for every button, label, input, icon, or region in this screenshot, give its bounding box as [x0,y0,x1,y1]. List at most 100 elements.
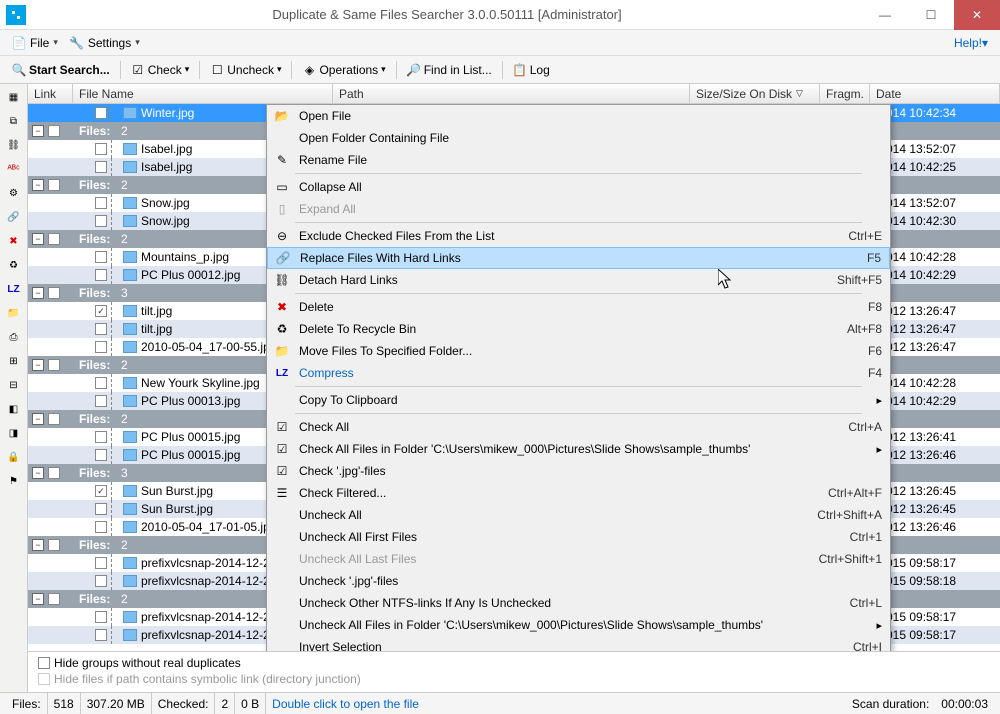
sb-tool-9[interactable]: ⊟ [5,376,23,394]
checkbox[interactable] [95,629,107,641]
column-headers: Link File Name Path Size/Size On Disk ▽ … [28,84,1000,104]
checkbox[interactable] [95,449,107,461]
collapse-icon[interactable]: − [32,125,44,137]
col-link[interactable]: Link [28,84,73,103]
sb-tool-1[interactable]: ▦ [5,88,23,106]
checkbox[interactable] [48,413,60,425]
checkbox[interactable] [95,611,107,623]
collapse-icon[interactable]: − [32,233,44,245]
menu-item[interactable]: ▭Collapse All [267,176,890,198]
collapse-icon[interactable]: − [32,593,44,605]
col-path[interactable]: Path [333,84,690,103]
collapse-icon[interactable]: − [32,287,44,299]
checkbox[interactable] [95,215,107,227]
col-frag[interactable]: Fragm. [820,84,870,103]
help-menu[interactable]: Help!▾ [948,33,994,53]
collapse-icon[interactable]: − [32,413,44,425]
file-list[interactable]: Winter.jpg/2014 10:42:34−Files: 2Isabel.… [28,104,1000,651]
menu-item[interactable]: LZCompressF4 [267,362,890,384]
menu-item[interactable]: Open Folder Containing File [267,127,890,149]
menu-item[interactable]: ✎Rename File [267,149,890,171]
menu-item[interactable]: ☑Check AllCtrl+A [267,416,890,438]
collapse-icon[interactable]: − [32,359,44,371]
collapse-icon[interactable]: − [32,539,44,551]
checkbox[interactable] [95,395,107,407]
sb-lock[interactable]: 🔒 [5,448,23,466]
checkbox[interactable] [48,179,60,191]
checkbox[interactable] [95,197,107,209]
menu-item[interactable]: ☑Check '.jpg'-files [267,460,890,482]
checkbox[interactable] [95,143,107,155]
checkbox[interactable] [48,467,60,479]
close-button[interactable]: ✕ [954,0,1000,30]
checkbox[interactable] [95,323,107,335]
checkbox[interactable] [95,341,107,353]
sb-tool-12[interactable]: ⚑ [5,472,23,490]
menu-item[interactable]: 📂Open File [267,105,890,127]
settings-menu[interactable]: 🔧Settings▾ [64,33,146,53]
checkbox[interactable] [95,107,107,119]
checkbox[interactable] [48,593,60,605]
menu-item[interactable]: ☑Check All Files in Folder 'C:\Users\mik… [267,438,890,460]
menu-item[interactable]: ♻Delete To Recycle BinAlt+F8 [267,318,890,340]
menu-item[interactable]: 📁Move Files To Specified Folder...F6 [267,340,890,362]
menu-item[interactable]: ⊖Exclude Checked Files From the ListCtrl… [267,225,890,247]
sb-recycle[interactable]: ♻ [5,256,23,274]
collapse-icon[interactable]: − [32,467,44,479]
menu-item[interactable]: Copy To Clipboard▸ [267,389,890,411]
checkbox[interactable]: ✓ [95,485,107,497]
minimize-button[interactable]: — [862,0,908,30]
menu-item[interactable]: ✖DeleteF8 [267,296,890,318]
menu-item[interactable]: ☰Check Filtered...Ctrl+Alt+F [267,482,890,504]
file-menu[interactable]: 📄File▾ [6,33,64,53]
checkbox[interactable] [48,539,60,551]
sb-tool-11[interactable]: ◨ [5,424,23,442]
menu-item[interactable]: ⛓Detach Hard LinksShift+F5 [267,269,890,291]
menu-item[interactable]: Uncheck '.jpg'-files [267,570,890,592]
sb-tool-3[interactable]: ⛓ [5,136,23,154]
menu-hotkey: Ctrl+A [812,420,882,434]
start-search-button[interactable]: 🔍Start Search... [6,60,116,80]
find-in-list-button[interactable]: 🔎Find in List... [401,60,498,80]
check-button[interactable]: ☑Check▾ [125,60,196,80]
sb-tool-10[interactable]: ◧ [5,400,23,418]
checkbox[interactable] [95,431,107,443]
sb-tool-2[interactable]: ⧉ [5,112,23,130]
checkbox[interactable] [95,521,107,533]
collapse-icon[interactable]: − [32,179,44,191]
checkbox[interactable] [48,359,60,371]
checkbox[interactable] [95,557,107,569]
hide-groups-checkbox[interactable]: Hide groups without real duplicates [38,656,990,670]
checkbox[interactable] [95,269,107,281]
checkbox[interactable] [95,251,107,263]
col-size[interactable]: Size/Size On Disk ▽ [690,84,820,103]
log-button[interactable]: 📋Log [507,60,556,80]
sb-tool-4[interactable]: ᴬᴮᶜ [5,160,23,178]
sb-move[interactable]: 📁 [5,304,23,322]
sb-compress[interactable]: LZ [5,280,23,298]
sb-tool-7[interactable]: ⎙ [5,328,23,346]
menu-item[interactable]: Invert SelectionCtrl+I [267,636,890,651]
checkbox[interactable] [95,575,107,587]
checkbox[interactable]: ✓ [95,305,107,317]
checkbox[interactable] [95,377,107,389]
sb-tool-6[interactable]: 🔗 [5,208,23,226]
menu-item[interactable]: Uncheck All Files in Folder 'C:\Users\mi… [267,614,890,636]
checkbox[interactable] [48,233,60,245]
sb-tool-8[interactable]: ⊞ [5,352,23,370]
checkbox[interactable] [48,125,60,137]
menu-item[interactable]: Uncheck AllCtrl+Shift+A [267,504,890,526]
col-name[interactable]: File Name [73,84,333,103]
sb-delete[interactable]: ✖ [5,232,23,250]
menu-item[interactable]: Uncheck All First FilesCtrl+1 [267,526,890,548]
checkbox[interactable] [95,503,107,515]
operations-button[interactable]: ◈Operations▾ [296,60,391,80]
checkbox[interactable] [95,161,107,173]
sb-tool-5[interactable]: ⚙ [5,184,23,202]
menu-item[interactable]: Uncheck Other NTFS-links If Any Is Unche… [267,592,890,614]
checkbox[interactable] [48,287,60,299]
col-date[interactable]: Date [870,84,1000,103]
uncheck-button[interactable]: ☐Uncheck▾ [204,60,287,80]
menu-item[interactable]: 🔗Replace Files With Hard LinksF5 [267,247,890,269]
maximize-button[interactable]: ☐ [908,0,954,30]
